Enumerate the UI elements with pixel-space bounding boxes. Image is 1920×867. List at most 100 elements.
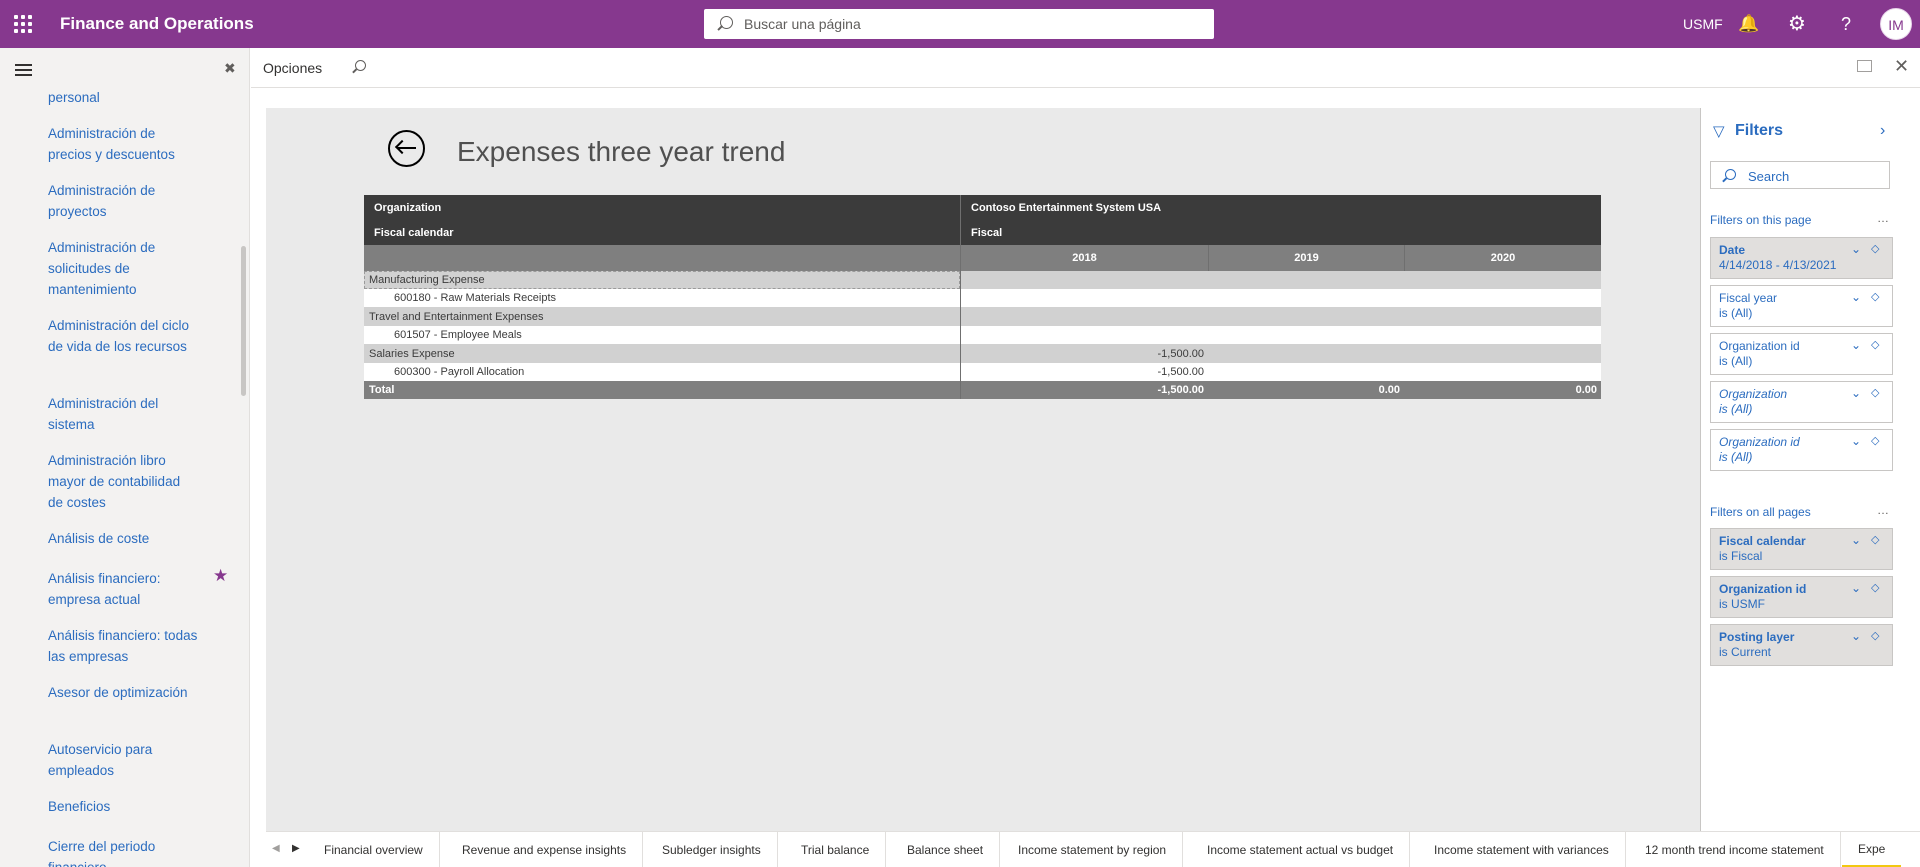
- filter-card-organization-id[interactable]: Organization id is (All) ⌄ ◇: [1710, 333, 1893, 375]
- chevron-right-icon[interactable]: ›: [1880, 122, 1885, 140]
- app-title[interactable]: Finance and Operations: [60, 14, 254, 34]
- options-button[interactable]: Opciones: [263, 60, 322, 76]
- tab-12-month-trend[interactable]: 12 month trend income statement: [1629, 832, 1841, 867]
- table-row[interactable]: 600300 - Payroll Allocation -1,500.00: [364, 363, 1601, 381]
- row-label[interactable]: 600180 - Raw Materials Receipts: [364, 289, 960, 307]
- chevron-down-icon[interactable]: ⌄: [1851, 338, 1861, 353]
- table-row[interactable]: 600180 - Raw Materials Receipts: [364, 289, 1601, 307]
- tab-revenue-expense-insights[interactable]: Revenue and expense insights: [446, 832, 644, 867]
- nav-item-autoservicio-empleados[interactable]: Autoservicio para empleados: [48, 739, 198, 781]
- tab-financial-overview[interactable]: Financial overview: [308, 832, 440, 867]
- chevron-down-icon[interactable]: ⌄: [1851, 386, 1861, 401]
- row-label[interactable]: 601507 - Employee Meals: [364, 326, 960, 344]
- tab-balance-sheet[interactable]: Balance sheet: [891, 832, 1001, 867]
- clear-filter-icon[interactable]: ◇: [1871, 533, 1879, 548]
- back-button[interactable]: [388, 130, 425, 167]
- clear-filter-icon[interactable]: ◇: [1871, 338, 1879, 353]
- filter-value: is (All): [1719, 402, 1753, 416]
- nav-item-personal[interactable]: personal: [48, 87, 198, 108]
- value-2019: [1208, 326, 1404, 344]
- row-label[interactable]: Salaries Expense: [364, 344, 960, 363]
- favorite-star-icon[interactable]: ★: [213, 566, 228, 586]
- avatar[interactable]: IM: [1880, 8, 1912, 40]
- chevron-down-icon[interactable]: ⌄: [1851, 290, 1861, 305]
- filter-card-organization[interactable]: Organization is (All) ⌄ ◇: [1710, 381, 1893, 423]
- calendar-value[interactable]: Fiscal: [960, 220, 1601, 245]
- hamburger-icon[interactable]: [15, 64, 32, 76]
- clear-filter-icon[interactable]: ◇: [1871, 386, 1879, 401]
- nav-item-contabilidad-costes[interactable]: Administración libro mayor de contabilid…: [48, 450, 198, 513]
- filter-card-posting-layer[interactable]: Posting layer is Current ⌄ ◇: [1710, 624, 1893, 666]
- report-canvas: Expenses three year trend Organization C…: [266, 108, 1700, 831]
- nav-item-solicitudes-mantenimiento[interactable]: Administración de solicitudes de manteni…: [48, 237, 198, 300]
- more-options-icon[interactable]: …: [1877, 211, 1889, 225]
- filters-search-input[interactable]: Search: [1710, 161, 1890, 189]
- nav-item-cierre-periodo[interactable]: Cierre del periodo financiero: [48, 836, 198, 867]
- nav-item-analisis-empresa-actual[interactable]: Análisis financiero: empresa actual: [48, 568, 198, 610]
- table-row[interactable]: Salaries Expense -1,500.00: [364, 344, 1601, 363]
- total-2019: 0.00: [1208, 381, 1404, 399]
- gear-icon[interactable]: ⚙: [1785, 12, 1809, 36]
- clear-filter-icon[interactable]: ◇: [1871, 290, 1879, 305]
- bell-icon[interactable]: 🔔: [1737, 12, 1761, 36]
- value-2019: [1208, 307, 1404, 326]
- tab-trial-balance[interactable]: Trial balance: [785, 832, 887, 867]
- chevron-down-icon[interactable]: ⌄: [1851, 242, 1861, 257]
- tab-scroll-right-icon[interactable]: ▶: [292, 843, 300, 854]
- chevron-down-icon[interactable]: ⌄: [1851, 533, 1861, 548]
- org-value[interactable]: Contoso Entertainment System USA: [960, 195, 1601, 220]
- nav-item-precios-descuentos[interactable]: Administración de precios y descuentos: [48, 123, 198, 165]
- filter-title: Fiscal calendar: [1719, 534, 1806, 548]
- clear-filter-icon[interactable]: ◇: [1871, 629, 1879, 644]
- table-row[interactable]: Travel and Entertainment Expenses: [364, 307, 1601, 326]
- row-label[interactable]: Travel and Entertainment Expenses: [364, 307, 960, 326]
- table-row[interactable]: Manufacturing Expense: [364, 271, 1601, 289]
- chevron-down-icon[interactable]: ⌄: [1851, 581, 1861, 596]
- help-icon[interactable]: ?: [1834, 12, 1858, 36]
- search-icon[interactable]: [355, 60, 366, 71]
- filter-card-fiscal-year[interactable]: Fiscal year is (All) ⌄ ◇: [1710, 285, 1893, 327]
- tab-subledger-insights[interactable]: Subledger insights: [646, 832, 778, 867]
- filter-card-date[interactable]: Date 4/14/2018 - 4/13/2021 ⌄ ◇: [1710, 237, 1893, 279]
- filter-card-organization-id-2[interactable]: Organization id is (All) ⌄ ◇: [1710, 429, 1893, 471]
- nav-item-beneficios[interactable]: Beneficios: [48, 796, 198, 817]
- year-header-2020[interactable]: 2020: [1404, 245, 1601, 271]
- table-row[interactable]: 601507 - Employee Meals: [364, 326, 1601, 344]
- nav-item-sistema[interactable]: Administración del sistema: [48, 393, 198, 435]
- tab-income-statement-budget[interactable]: Income statement actual vs budget: [1191, 832, 1411, 867]
- tab-income-statement-variances[interactable]: Income statement with variances: [1418, 832, 1626, 867]
- tab-income-statement-region[interactable]: Income statement by region: [1002, 832, 1184, 867]
- clear-filter-icon[interactable]: ◇: [1871, 434, 1879, 449]
- nav-item-asesor-optimizacion[interactable]: Asesor de optimización: [48, 682, 198, 703]
- row-label[interactable]: 600300 - Payroll Allocation: [364, 363, 960, 381]
- unpin-icon[interactable]: ✖: [224, 60, 236, 77]
- chevron-down-icon[interactable]: ⌄: [1851, 629, 1861, 644]
- value-2020: [1404, 307, 1601, 326]
- row-label[interactable]: Manufacturing Expense: [364, 271, 960, 289]
- tab-scroll-left-icon[interactable]: ◀: [272, 843, 280, 854]
- nav-item-proyectos[interactable]: Administración de proyectos: [48, 180, 198, 222]
- year-header-2019[interactable]: 2019: [1208, 245, 1404, 271]
- close-icon[interactable]: ✕: [1894, 56, 1909, 77]
- value-2019: [1208, 289, 1404, 307]
- app-launcher-icon[interactable]: [14, 15, 32, 33]
- filter-value: is (All): [1719, 450, 1753, 464]
- nav-item-analisis-todas-empresas[interactable]: Análisis financiero: todas las empresas: [48, 625, 198, 667]
- tab-expenses-trend[interactable]: Expe: [1842, 832, 1902, 867]
- year-header-2018[interactable]: 2018: [960, 245, 1208, 271]
- clear-filter-icon[interactable]: ◇: [1871, 581, 1879, 596]
- chevron-down-icon[interactable]: ⌄: [1851, 434, 1861, 449]
- nav-item-analisis-coste[interactable]: Análisis de coste: [48, 528, 198, 549]
- filter-title: Organization: [1719, 387, 1788, 401]
- nav-scrollbar[interactable]: [241, 246, 246, 396]
- nav-item-ciclo-vida-recursos[interactable]: Administración del ciclo de vida de los …: [48, 315, 198, 357]
- company-selector[interactable]: USMF: [1683, 16, 1723, 32]
- report-title: Expenses three year trend: [457, 136, 786, 167]
- org-label: Organization: [364, 195, 960, 220]
- open-new-window-icon[interactable]: [1857, 60, 1872, 72]
- clear-filter-icon[interactable]: ◇: [1871, 242, 1879, 257]
- more-options-icon[interactable]: …: [1877, 503, 1889, 517]
- filter-card-fiscal-calendar[interactable]: Fiscal calendar is Fiscal ⌄ ◇: [1710, 528, 1893, 570]
- filter-card-organization-id-all[interactable]: Organization id is USMF ⌄ ◇: [1710, 576, 1893, 618]
- page-search-input[interactable]: Buscar una página: [704, 9, 1214, 39]
